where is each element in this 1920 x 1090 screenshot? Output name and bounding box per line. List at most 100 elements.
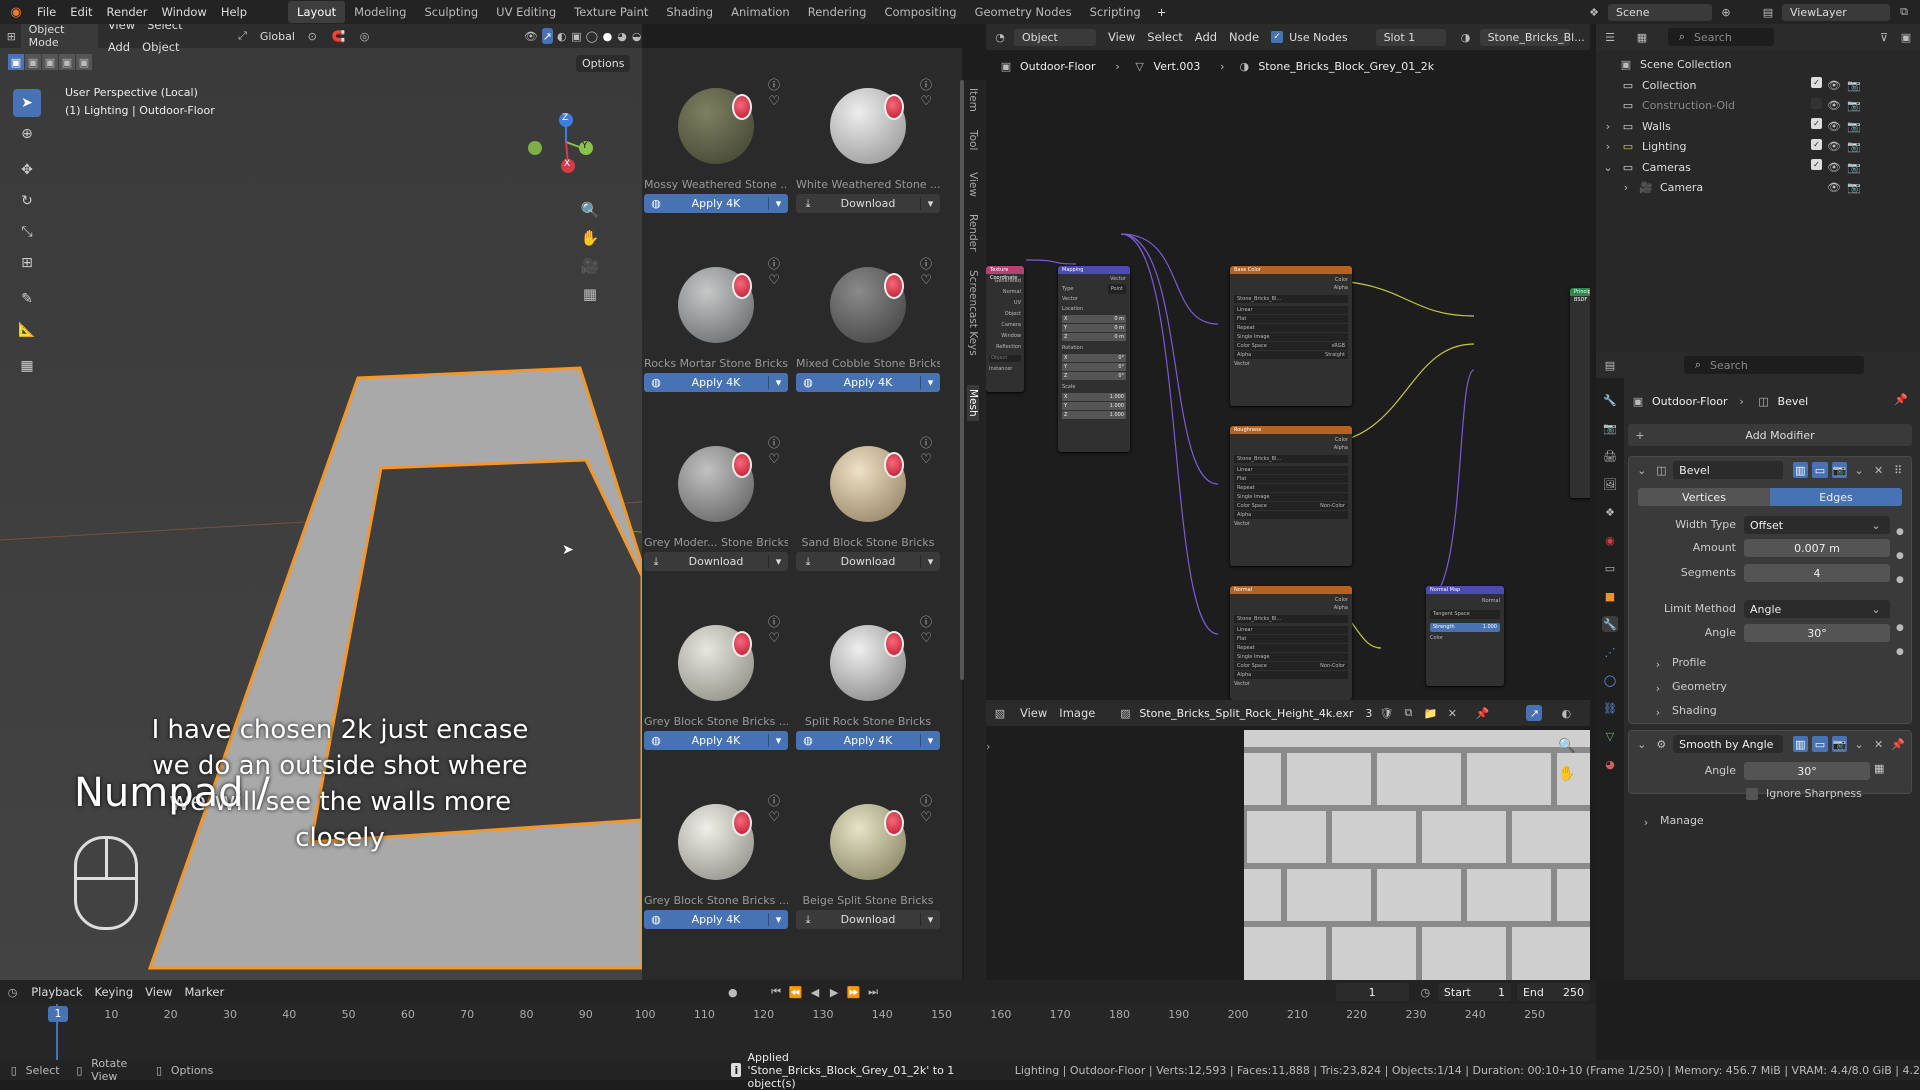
viewport-toggle-icon[interactable]: ▭ bbox=[1812, 736, 1828, 752]
collapse-arrow-icon[interactable]: › bbox=[986, 740, 990, 753]
viewport-area[interactable]: ⊞ Object Mode View Select Add Object ⤢ Glob… bbox=[0, 24, 642, 980]
sidebar-tab-mesh[interactable]: Mesh bbox=[967, 385, 979, 421]
options-button[interactable]: Options bbox=[576, 55, 631, 72]
normal-image-node[interactable]: Normal Color Alpha Stone_Bricks_Bl... Linear… bbox=[1230, 586, 1352, 700]
node-dropdown[interactable]: Flat bbox=[1234, 635, 1348, 643]
node-dropdown[interactable]: Single Image bbox=[1234, 653, 1348, 661]
apply-4k-button[interactable]: ◍ Apply 4K ▾ bbox=[644, 194, 788, 213]
drag-handle-icon[interactable]: ⠿ bbox=[1890, 462, 1906, 478]
workspace-tab-scripting[interactable]: Scripting bbox=[1081, 1, 1150, 23]
mapping-field[interactable]: Y 0° bbox=[1062, 363, 1126, 371]
asset-card[interactable]: ⓘ ♡ Rocks Mortar Stone Bricks ◍ Apply 4K ▾ bbox=[644, 253, 788, 425]
info-icon[interactable]: ⓘ bbox=[768, 613, 780, 630]
eye-icon[interactable]: 👁 bbox=[1826, 118, 1842, 134]
select-extend-icon[interactable]: ▣ bbox=[25, 54, 41, 70]
asset-card[interactable]: ⓘ ♡ Grey Moder... Stone Bricks ⤓ Download ▾ bbox=[644, 432, 788, 604]
apply-4k-button[interactable]: ◍ Apply 4K ▾ bbox=[796, 731, 940, 750]
node-dropdown[interactable]: Alpha bbox=[1234, 511, 1348, 519]
pin-icon[interactable]: 📌 bbox=[1474, 705, 1490, 721]
timeline-menu-playback[interactable]: Playback bbox=[25, 981, 88, 1003]
menu-help[interactable]: Help bbox=[214, 1, 254, 23]
favorite-heart-icon[interactable]: ♡ bbox=[768, 94, 780, 109]
render-toggle-icon[interactable]: 📷 bbox=[1831, 462, 1848, 478]
node-dropdown[interactable]: Repeat bbox=[1234, 324, 1348, 332]
mapping-field[interactable]: X 0 m bbox=[1062, 315, 1126, 323]
camera-render-icon[interactable]: 📷 bbox=[1846, 118, 1862, 134]
eye-icon[interactable]: 👁 bbox=[1826, 77, 1842, 93]
workspace-tab-animation[interactable]: Animation bbox=[722, 1, 799, 23]
download-button[interactable]: ⤓ Download ▾ bbox=[796, 910, 940, 929]
gizmo-toggle-icon[interactable]: ↗ bbox=[541, 28, 553, 44]
open-folder-icon[interactable]: 📁 bbox=[1422, 705, 1438, 721]
workspace-tab-layout[interactable]: Layout bbox=[288, 1, 346, 23]
ignore-sharpness-checkbox[interactable] bbox=[1746, 788, 1758, 800]
asset-card[interactable]: ⓘ ♡ Grey Block Stone Bricks ... ◍ Apply 4K ▾ bbox=[644, 790, 788, 962]
add-workspace-button[interactable]: + bbox=[1150, 1, 1174, 23]
play-reverse-icon[interactable]: ◀ bbox=[808, 984, 821, 1000]
edit-mode-toggle-icon[interactable]: ▥ bbox=[1792, 462, 1809, 478]
timeline-menu-view[interactable]: View bbox=[139, 981, 178, 1003]
copy-icon[interactable]: ⧉ bbox=[1896, 4, 1912, 20]
pin-icon[interactable]: ⊕ bbox=[1718, 4, 1734, 20]
info-icon[interactable]: ⓘ bbox=[768, 76, 780, 93]
favorite-heart-icon[interactable]: ♡ bbox=[920, 452, 932, 467]
node-dropdown[interactable]: Color Space Non-Color bbox=[1234, 662, 1348, 670]
subpanel-profile[interactable]: › Profile bbox=[1650, 656, 1706, 672]
image-editor-type-icon[interactable]: ▧ bbox=[992, 705, 1008, 721]
node-socket-icon[interactable]: ▦ bbox=[1874, 762, 1884, 775]
download-button[interactable]: ⤓ Download ▾ bbox=[644, 552, 788, 571]
dropdown-icon[interactable]: ⌄ bbox=[1851, 462, 1867, 478]
menu-render[interactable]: Render bbox=[100, 1, 155, 23]
smooth-name-field[interactable]: Smooth by Angle bbox=[1673, 735, 1783, 753]
workspace-tab-shading[interactable]: Shading bbox=[657, 1, 722, 23]
properties-type-icon[interactable]: ▤ bbox=[1602, 357, 1618, 373]
angle-field[interactable]: 30° bbox=[1744, 624, 1890, 642]
scene-selector[interactable]: Scene bbox=[1608, 3, 1712, 21]
checkbox-icon[interactable] bbox=[1811, 97, 1822, 109]
tool-tab-icon[interactable]: 🔧 bbox=[1602, 392, 1618, 408]
material-preview-sphere[interactable] bbox=[830, 625, 906, 701]
node-dropdown[interactable]: Flat bbox=[1234, 315, 1348, 323]
info-icon[interactable]: ⓘ bbox=[920, 76, 932, 93]
add-modifier-button[interactable]: + Add Modifier bbox=[1628, 424, 1912, 446]
mapping-field[interactable]: X 0° bbox=[1062, 354, 1126, 362]
node-dropdown[interactable]: Alpha bbox=[1234, 671, 1348, 679]
mapping-field[interactable]: Y 0 m bbox=[1062, 324, 1126, 332]
roughness-image-node[interactable]: Roughness Color Alpha Stone_Bricks_Bl... Lin… bbox=[1230, 426, 1352, 566]
pivot-icon[interactable]: ⊙ bbox=[307, 28, 318, 44]
mode-selector[interactable]: Object Mode bbox=[20, 24, 98, 51]
timeline-menu-marker[interactable]: Marker bbox=[178, 981, 230, 1003]
mapping-field[interactable]: Z 0° bbox=[1062, 372, 1126, 380]
current-frame-field[interactable]: 1 bbox=[1335, 983, 1409, 1001]
viewport-toggle-icon[interactable]: ▭ bbox=[1812, 462, 1828, 478]
chevron-down-icon[interactable]: ▾ bbox=[768, 913, 788, 926]
timeline-type-icon[interactable]: ◷ bbox=[6, 984, 19, 1000]
strength-value[interactable]: 1.000 bbox=[1483, 623, 1497, 632]
outliner-item-cameras[interactable]: ⌄ ▭ Cameras ✓ 👁 📷 bbox=[1596, 159, 1866, 176]
chevron-down-icon[interactable]: ▾ bbox=[768, 555, 788, 568]
sidebar-tab-screencast-keys[interactable]: Screencast Keys bbox=[967, 266, 979, 360]
info-icon[interactable]: ⓘ bbox=[920, 792, 932, 809]
overlay-icon[interactable]: ◐ bbox=[1558, 705, 1574, 721]
material-preview-sphere[interactable] bbox=[678, 267, 754, 343]
gizmo-toggle-icon[interactable]: ↗ bbox=[1526, 705, 1543, 721]
material-preview-sphere[interactable] bbox=[830, 267, 906, 343]
chevron-down-icon[interactable]: ▾ bbox=[920, 913, 940, 926]
rotate-tool[interactable]: ↻ bbox=[13, 187, 41, 215]
favorite-heart-icon[interactable]: ♡ bbox=[768, 631, 780, 646]
favorite-heart-icon[interactable]: ♡ bbox=[920, 94, 932, 109]
subpanel-shading[interactable]: › Shading bbox=[1650, 704, 1717, 720]
navigation-gizmo[interactable]: Z Y X bbox=[526, 96, 606, 186]
image-zoom-icon[interactable]: 🔍 bbox=[1558, 738, 1575, 754]
camera-view-icon[interactable]: 🎥 bbox=[581, 257, 600, 275]
outliner-item-camera[interactable]: › 🎥 Camera 👁 📷 bbox=[1596, 179, 1866, 196]
edit-mode-toggle-icon[interactable]: ▥ bbox=[1792, 736, 1809, 752]
select-new-icon[interactable]: ▣ bbox=[8, 54, 24, 70]
image-selector[interactable]: Stone_Bricks_Bl... bbox=[1234, 295, 1348, 303]
asset-card[interactable]: ⓘ ♡ Mossy Weathered Stone ... ◍ Apply 4K ▾ bbox=[644, 74, 788, 246]
image-name[interactable]: Stone_Bricks_Split_Rock_Height_4k.exr bbox=[1139, 707, 1353, 720]
annotate-tool[interactable]: ✎ bbox=[13, 285, 41, 313]
transform-selector[interactable]: Global bbox=[252, 28, 303, 45]
node-dropdown[interactable]: Linear bbox=[1234, 626, 1348, 634]
collection-tab-icon[interactable]: ▭ bbox=[1602, 560, 1618, 576]
